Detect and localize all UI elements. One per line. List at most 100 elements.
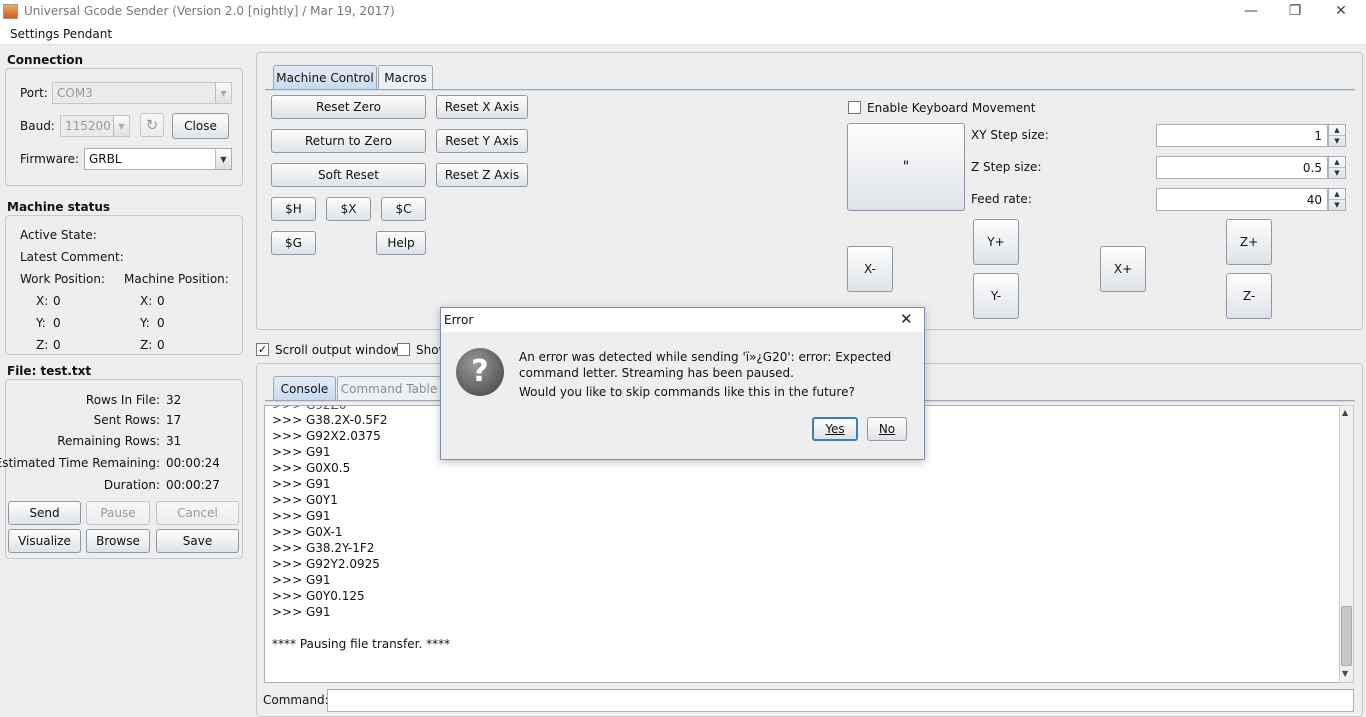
jog-x-minus-button[interactable]: X-	[847, 246, 893, 292]
chevron-down-icon: ▼	[215, 149, 231, 169]
reset-x-axis-button[interactable]: Reset X Axis	[436, 95, 528, 119]
reset-y-axis-button[interactable]: Reset Y Axis	[436, 129, 528, 153]
work-x-value: 0	[53, 294, 61, 308]
chevron-down-icon: ▼	[215, 83, 231, 103]
duration-value: 00:00:27	[166, 478, 220, 492]
jog-z-minus-button[interactable]: Z-	[1226, 273, 1272, 319]
port-label: Port:	[20, 86, 48, 100]
console-line: >>> G38.2Y-1F2	[272, 541, 375, 555]
sent-rows-value: 17	[166, 413, 182, 427]
tab-divider	[265, 89, 1355, 91]
unlock-x-button[interactable]: $X	[326, 197, 371, 221]
visualize-button[interactable]: Visualize	[8, 529, 81, 553]
console-line: >>> G91	[272, 509, 331, 523]
console-line: >>> G91	[272, 477, 331, 491]
refresh-ports-button[interactable]: ↻	[140, 113, 164, 137]
state-g-button[interactable]: $G	[271, 231, 316, 255]
no-button[interactable]: No	[867, 417, 907, 441]
machine-z-label: Z:	[140, 338, 153, 352]
dialog-message-line2: command letter. Streaming has been pause…	[519, 366, 794, 380]
error-dialog: Error ✕ ? An error was detected while se…	[440, 307, 925, 460]
scroll-up-icon[interactable]: ▲	[1342, 408, 1348, 417]
jog-y-minus-button[interactable]: Y-	[973, 273, 1019, 319]
tab-console[interactable]: Console	[273, 376, 336, 400]
menu-pendant[interactable]: Pendant	[63, 27, 112, 41]
tab-command-table[interactable]: Command Table	[337, 376, 441, 400]
duration-label: Duration:	[103, 478, 160, 492]
soft-reset-button[interactable]: Soft Reset	[271, 163, 426, 187]
xy-step-spinner[interactable]: ▲ ▼	[1328, 124, 1346, 147]
console-line: >>> G0X-1	[272, 525, 343, 539]
z-step-input[interactable]: 0.5	[1156, 156, 1328, 179]
machine-x-label: X:	[140, 294, 153, 308]
menu-settings[interactable]: Settings	[10, 27, 59, 41]
rows-in-file-value: 32	[166, 393, 182, 407]
scroll-down-icon[interactable]: ▼	[1342, 669, 1348, 678]
java-app-icon	[3, 4, 18, 19]
feed-rate-input[interactable]: 40	[1156, 188, 1328, 211]
chevron-down-icon: ▼	[113, 116, 129, 136]
refresh-icon: ↻	[145, 116, 159, 134]
machine-y-value: 0	[157, 316, 165, 330]
work-y-value: 0	[53, 316, 61, 330]
connection-heading: Connection	[7, 53, 84, 67]
baud-select[interactable]: 115200 ▼	[60, 115, 130, 137]
enable-keyboard-checkbox[interactable]	[848, 101, 861, 114]
minimize-icon[interactable]: —	[1228, 0, 1274, 24]
machine-status-heading: Machine status	[7, 200, 111, 214]
scrollbar-thumb[interactable]	[1341, 606, 1352, 666]
close-window-icon[interactable]: ✕	[1318, 0, 1364, 24]
latest-comment-label: Latest Comment:	[20, 250, 124, 264]
help-button[interactable]: Help	[376, 231, 426, 255]
baud-label: Baud:	[20, 119, 55, 133]
tab-machine-control[interactable]: Machine Control	[273, 65, 377, 89]
firmware-value: GRBL	[89, 152, 122, 166]
save-button[interactable]: Save	[156, 529, 239, 553]
dialog-title: Error	[441, 308, 924, 332]
active-state-label: Active State:	[20, 228, 97, 242]
browse-button[interactable]: Browse	[86, 529, 150, 553]
console-line: >>> G0Y0.125	[272, 589, 365, 603]
z-step-label: Z Step size:	[971, 160, 1042, 174]
jog-step-button[interactable]: "	[847, 123, 965, 211]
firmware-label: Firmware:	[20, 152, 80, 166]
est-time-value: 00:00:24	[166, 456, 220, 470]
machine-y-label: Y:	[140, 316, 150, 330]
dialog-message-line1: An error was detected while sending 'ï»¿…	[519, 350, 892, 364]
show-verbose-checkbox[interactable]	[397, 343, 410, 356]
jog-z-plus-button[interactable]: Z+	[1226, 219, 1272, 265]
dialog-close-icon[interactable]: ✕	[900, 310, 913, 328]
port-select[interactable]: COM3 ▼	[52, 82, 232, 104]
home-h-button[interactable]: $H	[271, 197, 316, 221]
question-icon: ?	[456, 348, 504, 396]
feed-rate-label: Feed rate:	[971, 192, 1032, 206]
reset-zero-button[interactable]: Reset Zero	[271, 95, 426, 119]
console-scrollbar[interactable]: ▲ ▼	[1339, 405, 1354, 683]
jog-y-plus-button[interactable]: Y+	[973, 219, 1019, 265]
pause-button[interactable]: Pause	[86, 501, 150, 525]
yes-button[interactable]: Yes	[812, 417, 858, 441]
close-connection-button[interactable]: Close	[172, 113, 229, 139]
scroll-output-checkbox[interactable]: ✓	[256, 343, 269, 356]
work-z-value: 0	[53, 338, 61, 352]
console-line: >>> G38.2X-0.5F2	[272, 413, 388, 427]
work-y-label: Y:	[36, 316, 46, 330]
cancel-button[interactable]: Cancel	[156, 501, 239, 525]
port-value: COM3	[57, 86, 93, 100]
send-button[interactable]: Send	[8, 501, 81, 525]
machine-z-value: 0	[157, 338, 165, 352]
tab-macros[interactable]: Macros	[378, 65, 433, 89]
z-step-spinner[interactable]: ▲ ▼	[1328, 156, 1346, 179]
feed-rate-spinner[interactable]: ▲ ▼	[1328, 188, 1346, 211]
enable-keyboard-label: Enable Keyboard Movement	[867, 101, 1036, 115]
return-to-zero-button[interactable]: Return to Zero	[271, 129, 426, 153]
restore-icon[interactable]: ❐	[1272, 0, 1318, 24]
window-title: Universal Gcode Sender (Version 2.0 [nig…	[24, 4, 395, 18]
firmware-select[interactable]: GRBL ▼	[84, 148, 232, 170]
command-input[interactable]	[327, 689, 1354, 712]
xy-step-input[interactable]: 1	[1156, 124, 1328, 147]
check-c-button[interactable]: $C	[381, 197, 426, 221]
reset-z-axis-button[interactable]: Reset Z Axis	[436, 163, 528, 187]
jog-x-plus-button[interactable]: X+	[1100, 246, 1146, 292]
file-heading: File: test.txt	[7, 364, 92, 378]
